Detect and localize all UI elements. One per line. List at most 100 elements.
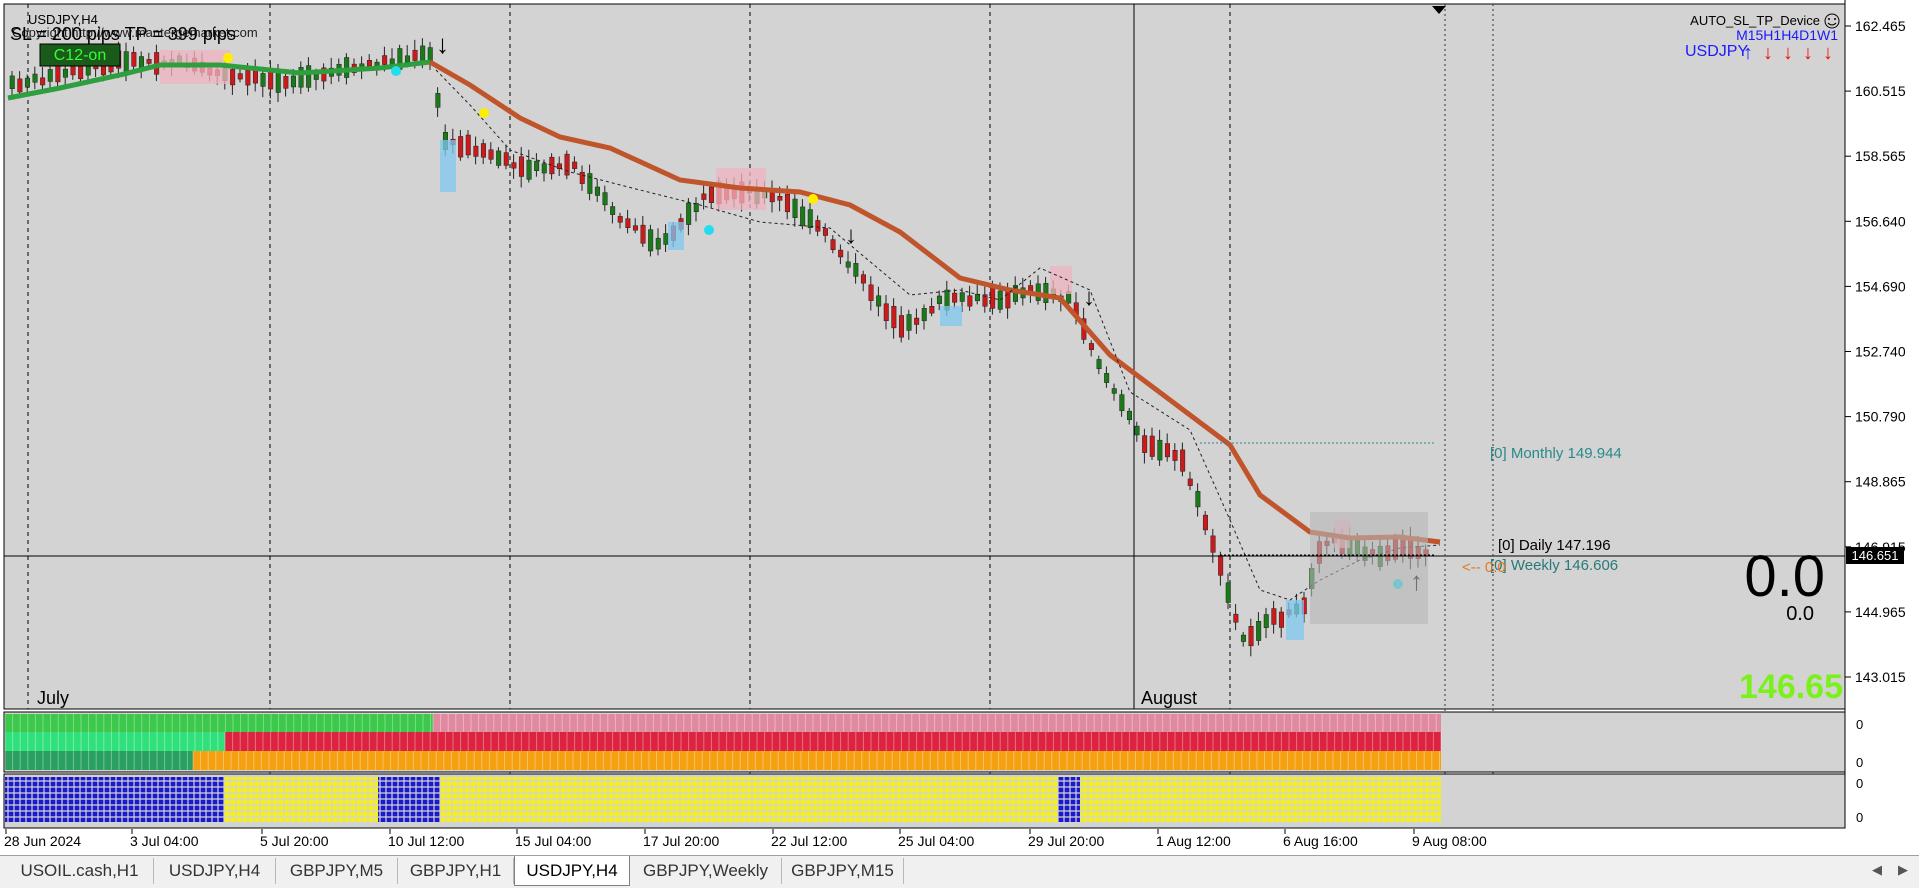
candle xyxy=(306,65,312,88)
candle xyxy=(701,193,707,200)
price-tick-label: 152.740 xyxy=(1855,344,1906,360)
candle xyxy=(632,225,638,231)
tab-gbpjpy-weekly[interactable]: GBPJPY,Weekly xyxy=(630,858,782,884)
signal-dot xyxy=(391,66,401,76)
candle xyxy=(412,49,418,61)
small-value: 0.0 xyxy=(1786,603,1814,625)
candle xyxy=(936,295,942,304)
candle xyxy=(1210,535,1216,553)
price-tick-label: 162.465 xyxy=(1855,18,1906,34)
candle xyxy=(230,69,236,86)
candle xyxy=(579,171,585,184)
zone-block xyxy=(1286,600,1304,640)
candle xyxy=(290,75,296,88)
indicator1-scale-top: 0 xyxy=(1856,717,1863,732)
candle xyxy=(853,263,859,277)
indicator-toggle-label[interactable]: C12-on xyxy=(54,47,106,64)
time-tick-label: 5 Jul 20:00 xyxy=(260,833,329,849)
candle xyxy=(260,73,266,87)
trend-bar-segment xyxy=(193,751,1441,770)
tab-gbpjpy-h1[interactable]: GBPJPY,H1 xyxy=(398,858,514,884)
candle xyxy=(648,229,654,252)
candle xyxy=(17,78,23,93)
month-label-july: July xyxy=(37,688,69,708)
candle xyxy=(838,249,844,258)
chart-window[interactable]: 162.465 160.515 158.565 156.640 154.690 152.7… xyxy=(0,0,1919,855)
tab-gbpjpy-m5[interactable]: GBPJPY,M5 xyxy=(276,858,398,884)
price-tick-label: 144.965 xyxy=(1855,604,1906,620)
candle xyxy=(625,218,631,229)
signal-dot xyxy=(223,53,233,63)
candle xyxy=(997,290,1003,310)
indicator2-scale-top: 0 xyxy=(1856,776,1863,791)
candle xyxy=(587,173,593,194)
candle xyxy=(952,292,958,303)
candle xyxy=(24,77,30,88)
candle xyxy=(503,152,509,166)
candle xyxy=(1111,388,1117,394)
expert-name: AUTO_SL_TP_Device xyxy=(1690,13,1820,28)
sell-arrow-icon: ↓ xyxy=(845,222,857,249)
tab-usoil-h1[interactable]: USOIL.cash,H1 xyxy=(6,858,154,884)
candle xyxy=(465,134,471,156)
time-tick-label: 25 Jul 04:00 xyxy=(898,833,974,849)
copyright-text: Copyright http://www.mantergemarket.com xyxy=(12,25,258,40)
trend-bar-segment xyxy=(433,714,1441,732)
candle xyxy=(594,186,600,196)
candle xyxy=(32,73,38,83)
candle xyxy=(815,220,821,232)
candle xyxy=(1104,373,1110,383)
zone-block xyxy=(940,306,962,326)
trend-bar-segment xyxy=(5,732,225,751)
tab-usdjpy-h4[interactable]: USDJPY,H4 xyxy=(154,858,276,884)
candle xyxy=(47,69,53,82)
candle xyxy=(534,160,540,171)
candle xyxy=(458,136,464,158)
tab-gbpjpy-m15[interactable]: GBPJPY,M15 xyxy=(782,858,904,884)
price-tick-label: 158.565 xyxy=(1855,148,1906,164)
sell-arrow-icon: ↓ xyxy=(1083,284,1095,311)
candle xyxy=(1263,614,1269,628)
candle xyxy=(541,163,547,174)
candle xyxy=(488,149,494,160)
candle xyxy=(526,159,532,180)
mtf-up-arrow-icon: ↑ xyxy=(1743,42,1753,64)
main-chart-pane[interactable] xyxy=(3,3,1846,710)
candle xyxy=(883,303,889,321)
candle xyxy=(1096,359,1102,369)
monthly-level-label: [0] Monthly 149.944 xyxy=(1490,445,1622,462)
zone-block xyxy=(668,222,684,250)
price-tick-label: 156.640 xyxy=(1855,213,1906,229)
time-tick-label: 9 Aug 08:00 xyxy=(1412,833,1487,849)
mtf-timeframes: M15H1H4D1W1 xyxy=(1736,27,1838,43)
candle xyxy=(640,224,646,244)
candle xyxy=(1119,394,1125,412)
price-tick-label: 154.690 xyxy=(1855,278,1906,294)
trend-bar-segment xyxy=(5,714,433,732)
candle xyxy=(1172,449,1178,461)
candle xyxy=(891,306,897,329)
scroll-right-icon[interactable]: ▶ xyxy=(1898,862,1908,878)
candle xyxy=(1005,290,1011,309)
candle xyxy=(663,233,669,245)
signal-grid xyxy=(5,777,1441,822)
price-tick-label: 143.015 xyxy=(1855,669,1906,685)
candle xyxy=(906,314,912,331)
candle xyxy=(123,51,129,74)
candle xyxy=(55,65,61,83)
current-price-label: 146.651 xyxy=(1852,548,1899,563)
range-box xyxy=(1310,512,1428,624)
scroll-left-icon[interactable]: ◀ xyxy=(1872,862,1882,878)
candle xyxy=(610,206,616,215)
candle xyxy=(914,317,920,325)
candle xyxy=(572,161,578,169)
indicator2-scale-bottom: 0 xyxy=(1856,810,1863,825)
price-tick-label: 148.865 xyxy=(1855,474,1906,490)
candle xyxy=(617,216,623,223)
month-label-august: August xyxy=(1141,688,1197,708)
mtf-symbol: USDJPY xyxy=(1685,43,1748,60)
zone-block xyxy=(1050,266,1072,294)
tab-usdjpy-h4-active[interactable]: USDJPY,H4 xyxy=(514,856,630,886)
candle xyxy=(1195,491,1201,508)
candle xyxy=(252,69,258,84)
